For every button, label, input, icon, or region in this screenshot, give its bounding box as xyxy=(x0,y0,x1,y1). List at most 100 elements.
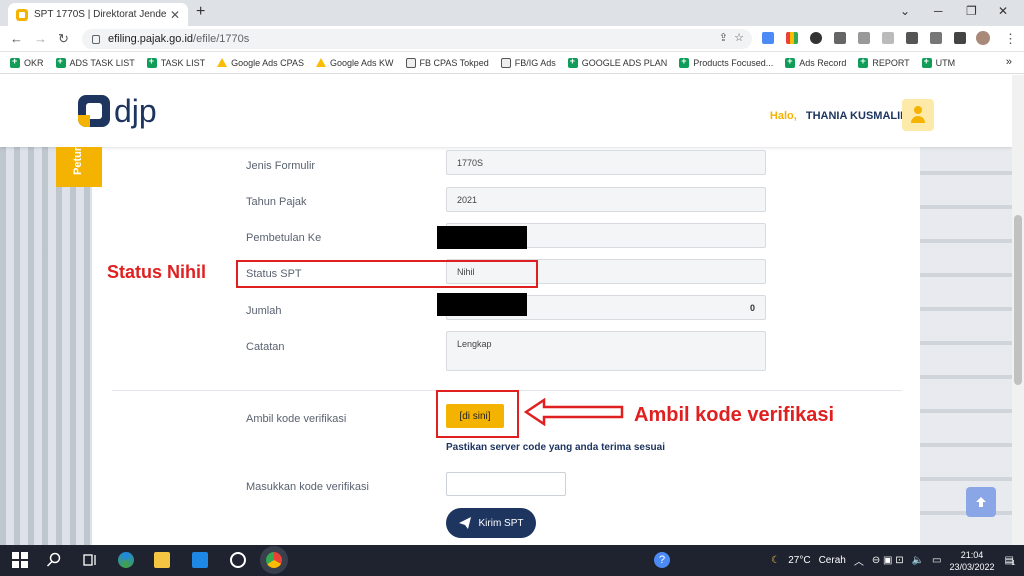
djp-favicon-icon xyxy=(16,8,28,21)
profile-avatar[interactable] xyxy=(976,31,990,45)
share-and-star-icons[interactable]: ⇪ ☆ xyxy=(719,31,744,44)
green-plus-icon xyxy=(567,56,578,68)
lock-icon[interactable] xyxy=(92,34,100,44)
verification-code-input[interactable] xyxy=(446,472,566,496)
search-icon[interactable] xyxy=(46,552,62,568)
google-ads-icon xyxy=(315,58,326,67)
scroll-to-top-button[interactable] xyxy=(966,487,996,517)
field-tahun-pajak: 2021 xyxy=(446,187,766,212)
bookmark-fb-cpas-tokped[interactable]: FB CPAS Tokped xyxy=(405,57,489,68)
green-plus-icon xyxy=(146,56,157,68)
windows-taskbar: ? ☾ 27°C Cerah ︿ ⊖ ▣ ⊡ 🔈 ▭ 21:04 23/03/2… xyxy=(0,545,1024,576)
extension-icon[interactable] xyxy=(858,32,870,44)
analytics-extension-icon[interactable] xyxy=(786,32,798,44)
side-panel-icon[interactable] xyxy=(954,32,966,44)
tray-app-icons[interactable]: ⊖ ▣ ⊡ xyxy=(872,555,904,566)
restore-window-button[interactable]: ❐ xyxy=(966,4,977,18)
close-tab-icon[interactable]: ✕ xyxy=(170,8,180,22)
status-spt-highlight-box xyxy=(236,260,538,288)
djp-logo[interactable]: djp xyxy=(78,95,157,127)
mail-icon[interactable] xyxy=(192,552,208,568)
more-bookmarks-icon[interactable]: » xyxy=(1006,56,1012,68)
edge-browser-icon[interactable] xyxy=(118,552,134,568)
menu-kebab-icon[interactable]: ⋮ xyxy=(1004,31,1017,47)
browser-tab[interactable]: SPT 1770S | Direktorat Jenderal P ✕ xyxy=(8,3,188,26)
bookmark-products-focused[interactable]: Products Focused... xyxy=(679,56,773,68)
field-catatan: Lengkap xyxy=(446,331,766,371)
clock-date: 23/03/2022 xyxy=(949,561,995,572)
bookmark-google-ads-kw[interactable]: Google Ads KW xyxy=(315,58,394,68)
reading-list-icon[interactable] xyxy=(930,32,942,44)
green-plus-icon xyxy=(921,56,932,68)
extension-icon[interactable] xyxy=(882,32,894,44)
verification-button-highlight-box xyxy=(436,390,519,438)
chrome-icon[interactable] xyxy=(266,552,282,568)
kirim-spt-button[interactable]: Kirim SPT xyxy=(446,508,536,538)
label-pembetulan-ke: Pembetulan Ke xyxy=(246,232,322,244)
label-masukkan-kode-verifikasi: Masukkan kode verifikasi xyxy=(246,481,369,493)
page-scrollbar[interactable] xyxy=(1012,75,1024,545)
extension-icon[interactable] xyxy=(762,32,774,44)
site-header: djp Halo, THANIA KUSMALINDA xyxy=(0,75,1012,147)
bookmark-ads-record[interactable]: Ads Record xyxy=(785,56,846,68)
annotation-arrow-icon xyxy=(524,398,624,426)
extension-icon[interactable] xyxy=(834,32,846,44)
scrollbar-thumb[interactable] xyxy=(1014,215,1022,385)
tab-search-icon[interactable]: ⌄ xyxy=(900,4,910,18)
bookmark-okr[interactable]: OKR xyxy=(10,56,44,68)
djp-logo-icon xyxy=(78,95,110,127)
weather-moon-icon[interactable]: ☾ xyxy=(771,555,780,566)
close-window-button[interactable]: ✕ xyxy=(998,4,1008,18)
windows-start-icon[interactable] xyxy=(12,552,28,568)
bookmark-google-ads-cpas[interactable]: Google Ads CPAS xyxy=(217,58,304,68)
clock[interactable]: 21:04 23/03/2022 xyxy=(950,549,995,573)
label-tahun-pajak: Tahun Pajak xyxy=(246,196,307,208)
url-host: efiling.pajak.go.id xyxy=(108,33,194,45)
weather-text[interactable]: Cerah xyxy=(819,555,846,566)
arrow-up-icon xyxy=(976,497,986,507)
notification-icon[interactable]: ▤ 1 xyxy=(1005,555,1016,567)
task-view-icon[interactable] xyxy=(82,552,98,568)
annotation-status-nihil: Status Nihil xyxy=(107,262,207,282)
google-ads-icon xyxy=(217,58,228,67)
redaction-block xyxy=(437,226,527,249)
extension-icon[interactable] xyxy=(810,32,822,44)
reload-icon[interactable]: ↻ xyxy=(58,31,69,47)
browser-toolbar: ← → ↻ efiling.pajak.go.id /efile/1770s ⇪… xyxy=(0,26,1024,52)
bookmarks-bar: OKR ADS TASK LIST TASK LIST Google Ads C… xyxy=(0,52,1024,74)
bookmark-ads-task-list[interactable]: ADS TASK LIST xyxy=(55,56,135,68)
logo-text: djp xyxy=(114,93,157,129)
label-catatan: Catatan xyxy=(246,341,285,353)
battery-icon[interactable]: ▭ xyxy=(932,555,941,566)
bookmark-report[interactable]: REPORT xyxy=(858,56,910,68)
green-plus-icon xyxy=(55,56,66,68)
bookmark-task-list[interactable]: TASK LIST xyxy=(146,56,205,68)
app-icon[interactable] xyxy=(230,552,246,568)
bookmark-fb-ig-ads[interactable]: FB/IG Ads xyxy=(500,57,556,68)
back-arrow-icon[interactable]: ← xyxy=(10,31,23,46)
minimize-window-button[interactable]: ─ xyxy=(934,4,943,18)
petunjuk-side-tab[interactable]: Petunjuk xyxy=(56,147,102,187)
green-plus-icon xyxy=(858,56,869,68)
puzzle-extensions-icon[interactable] xyxy=(906,32,918,44)
help-icon[interactable]: ? xyxy=(654,552,670,568)
bookmark-utm[interactable]: UTM xyxy=(921,56,955,68)
url-path: /efile/1770s xyxy=(193,33,250,45)
tab-title: SPT 1770S | Direktorat Jenderal P xyxy=(34,9,166,20)
label-ambil-kode-verifikasi: Ambil kode verifikasi xyxy=(246,413,347,425)
new-tab-button[interactable]: + xyxy=(196,3,205,21)
address-bar[interactable]: efiling.pajak.go.id /efile/1770s ⇪ ☆ xyxy=(82,29,752,49)
kirim-spt-label: Kirim SPT xyxy=(478,517,524,529)
temperature[interactable]: 27°C xyxy=(788,555,810,566)
user-avatar-icon[interactable] xyxy=(902,99,934,131)
label-jenis-formulir: Jenis Formulir xyxy=(246,160,316,172)
green-plus-icon xyxy=(679,56,690,68)
tray-chevron-up-icon[interactable]: ︿ xyxy=(854,553,864,568)
bookmark-google-ads-plan[interactable]: GOOGLE ADS PLAN xyxy=(567,56,667,68)
file-explorer-icon[interactable] xyxy=(154,552,170,568)
forward-arrow-icon[interactable]: → xyxy=(34,31,47,46)
clock-time: 21:04 xyxy=(960,549,984,560)
paper-plane-icon xyxy=(458,517,471,529)
system-tray: ☾ 27°C Cerah ︿ ⊖ ▣ ⊡ 🔈 ▭ 21:04 23/03/202… xyxy=(767,545,1024,576)
volume-icon[interactable]: 🔈 xyxy=(912,555,924,566)
